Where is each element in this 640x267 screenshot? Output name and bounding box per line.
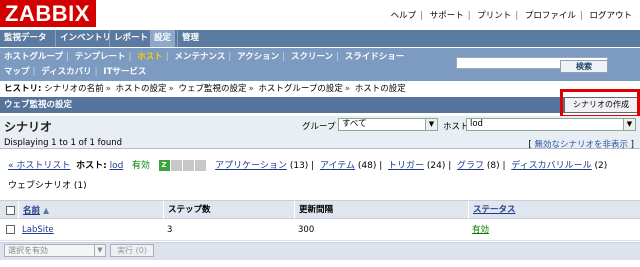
- chevron-down-icon: ▼: [425, 119, 437, 130]
- submenu-itservices[interactable]: ITサービス: [103, 67, 146, 77]
- discovery-rules-link[interactable]: ディスカバリルール: [511, 161, 591, 171]
- submenu-actions[interactable]: アクション: [237, 52, 279, 62]
- section-titlebar: ウェブ監視の設定: [0, 97, 640, 113]
- steps-cell: 3: [167, 225, 173, 235]
- bulk-action-select[interactable]: 選択を有効 ▼: [4, 244, 106, 257]
- list-title: シナリオ: [4, 120, 53, 134]
- submenu-slideshows[interactable]: スライドショー: [345, 52, 405, 62]
- search-button[interactable]: 検索: [560, 60, 608, 73]
- triggers-link[interactable]: トリガー: [388, 161, 424, 171]
- column-header-status: ステータス: [468, 201, 640, 220]
- applications-link[interactable]: アプリケーション: [215, 161, 287, 171]
- submenu-hostgroups[interactable]: ホストグループ: [4, 52, 63, 62]
- scenario-name-cell: LabSite: [18, 220, 54, 241]
- chevron-down-icon: ▼: [623, 119, 635, 130]
- items-count: (48): [357, 161, 377, 171]
- help-link[interactable]: ヘルプ: [391, 11, 417, 21]
- snmp-availability-icon: [170, 160, 182, 171]
- host-status[interactable]: 有効: [132, 161, 150, 171]
- web-scenarios-count: (1): [73, 181, 87, 191]
- column-header-steps: ステップ数: [163, 201, 294, 220]
- interval-cell: 300: [298, 225, 315, 235]
- main-menu: 監視データ インベントリ レポート 設定 管理: [0, 30, 640, 47]
- submenu-maps[interactable]: マップ: [4, 67, 30, 77]
- hide-disabled-link[interactable]: 無効なシナリオを非表示: [534, 140, 628, 150]
- sort-name-link[interactable]: 名前: [23, 206, 40, 216]
- graphs-count: (8): [486, 161, 500, 171]
- applications-count: (13): [289, 161, 309, 171]
- support-link[interactable]: サポート: [430, 11, 464, 21]
- web-scenarios-label: ウェブシナリオ: [8, 181, 72, 191]
- breadcrumb-item[interactable]: ホストグループの設定: [258, 84, 343, 94]
- column-header-interval: 更新間隔: [294, 201, 468, 220]
- menu-inventory[interactable]: インベントリ: [55, 30, 115, 47]
- graphs-link[interactable]: グラフ: [457, 161, 484, 171]
- status-toggle-link[interactable]: 有効: [472, 225, 489, 235]
- menu-administration[interactable]: 管理: [177, 30, 203, 47]
- submenu-maintenance[interactable]: メンテナンス: [175, 52, 226, 62]
- breadcrumb: ヒストリ: シナリオの名前» ホストの設定» ウェブ監視の設定» ホストグループ…: [4, 84, 406, 94]
- breadcrumb-item[interactable]: ウェブ監視の設定: [178, 84, 246, 94]
- ipmi-availability-icon: [194, 160, 206, 171]
- group-filter-value: すべて: [342, 119, 367, 129]
- execute-button[interactable]: 実行 (0): [110, 244, 154, 257]
- breadcrumb-item[interactable]: ホストの設定: [116, 84, 167, 94]
- section-title: ウェブ監視の設定: [4, 100, 73, 110]
- submenu-screens[interactable]: スクリーン: [291, 52, 333, 62]
- jmx-availability-icon: [182, 160, 194, 171]
- top-links: ヘルプ | サポート | プリント | プロファイル | ログアウト: [390, 11, 632, 21]
- submenu-hosts[interactable]: ホスト: [137, 52, 163, 62]
- scenario-name-link[interactable]: LabSite: [22, 225, 54, 235]
- breadcrumb-label: ヒストリ:: [4, 84, 42, 94]
- items-link[interactable]: アイテム: [320, 161, 355, 171]
- menu-configuration[interactable]: 設定: [150, 30, 176, 47]
- logout-link[interactable]: ログアウト: [589, 11, 632, 21]
- host-filter-label: ホスト: [443, 122, 469, 132]
- group-filter-select[interactable]: すべて ▼: [338, 118, 438, 131]
- displaying-count: Displaying 1 to 1 of 1 found: [4, 138, 122, 148]
- select-all-checkbox[interactable]: [6, 206, 15, 215]
- sort-asc-icon: ▲: [42, 206, 50, 215]
- chevron-down-icon: ▼: [94, 245, 105, 256]
- menu-reports[interactable]: レポート: [109, 30, 152, 47]
- submenu-templates[interactable]: テンプレート: [75, 52, 126, 62]
- breadcrumb-item[interactable]: シナリオの名前: [44, 84, 104, 94]
- sort-status-link[interactable]: ステータス: [473, 205, 516, 215]
- discovery-count: (2): [594, 161, 608, 171]
- print-link[interactable]: プリント: [477, 11, 511, 21]
- triggers-count: (24): [426, 161, 446, 171]
- breadcrumb-item[interactable]: ホストの設定: [355, 84, 406, 94]
- profile-link[interactable]: プロファイル: [525, 11, 576, 21]
- group-filter-label: グループ: [302, 122, 336, 132]
- host-name-link[interactable]: lod: [110, 161, 124, 171]
- zabbix-logo[interactable]: ZABBIX: [0, 0, 96, 27]
- status-cell: 有効: [468, 220, 489, 241]
- hide-disabled-toggle[interactable]: [ 無効なシナリオを非表示 ]: [528, 138, 634, 150]
- menu-monitoring[interactable]: 監視データ: [0, 30, 51, 47]
- host-navigation: « ホストリスト ホスト: lod 有効 Z アプリケーション (13) | ア…: [8, 160, 608, 171]
- zbx-availability-icon: Z: [158, 160, 170, 171]
- host-filter-value: lod: [470, 119, 483, 129]
- row-checkbox[interactable]: [6, 225, 15, 234]
- table-row: LabSite 3 300 有効: [0, 220, 640, 241]
- host-list-link[interactable]: « ホストリスト: [8, 161, 70, 171]
- web-scenarios-line: ウェブシナリオ (1): [8, 178, 87, 191]
- scenario-list-header: シナリオ Displaying 1 to 1 of 1 found グループ す…: [0, 116, 640, 150]
- host-filter-select[interactable]: lod ▼: [466, 118, 636, 131]
- submenu-discovery[interactable]: ディスカバリ: [41, 67, 91, 77]
- column-header-name[interactable]: 名前 ▲: [18, 201, 163, 220]
- highlight-box: [560, 89, 640, 118]
- bulk-action-value: 選択を有効: [8, 246, 48, 255]
- host-label: ホスト:: [76, 161, 107, 171]
- table-header: 名前 ▲ ステップ数 更新間隔 ステータス: [0, 200, 640, 220]
